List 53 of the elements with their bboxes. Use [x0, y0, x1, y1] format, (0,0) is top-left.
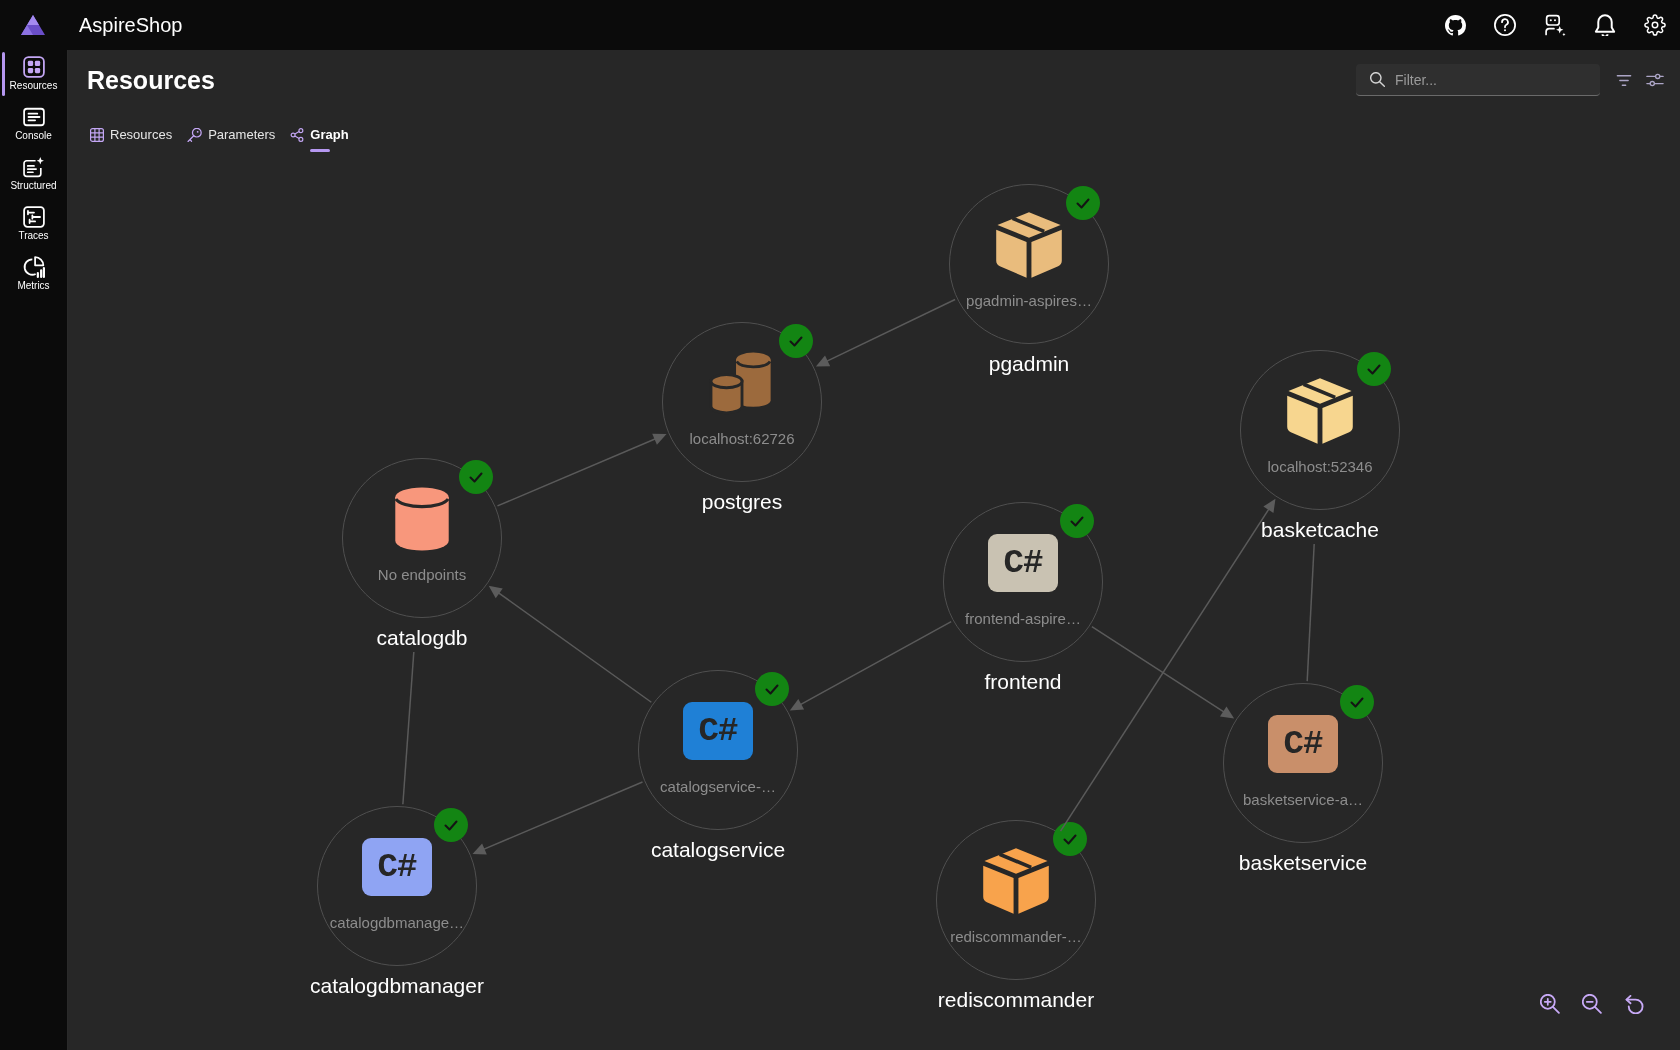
resource-name: rediscommander	[937, 987, 1095, 1013]
filter-field[interactable]: Filter...	[1356, 64, 1600, 96]
csharp-tile: C#	[362, 838, 432, 896]
endpoint-text: rediscommander-…	[950, 927, 1082, 947]
zoom-in-icon	[1540, 994, 1560, 1014]
sidebar-item[interactable]: Resources	[0, 50, 67, 100]
resource-name: postgres	[701, 489, 783, 515]
github-icon	[1444, 14, 1466, 36]
robot-sparkle-icon	[1544, 14, 1566, 36]
endpoint-text: pgadmin-aspires…	[966, 291, 1092, 311]
endpoint-text: localhost:52346	[1267, 457, 1373, 477]
sidebar-item[interactable]: Console	[0, 100, 67, 150]
resource-name: basketservice	[1238, 850, 1368, 876]
resource-name: catalogdb	[376, 625, 468, 651]
share-nodes-icon	[290, 128, 305, 142]
timeline-bars-icon	[22, 206, 45, 228]
endpoint-text: catalogdbmanage…	[329, 913, 465, 933]
resource-name: pgadmin	[988, 351, 1070, 377]
help-icon	[1494, 14, 1516, 36]
undo-arrow-icon	[1624, 994, 1644, 1014]
csharp-tile: C#	[988, 534, 1058, 592]
console-icon	[22, 107, 45, 127]
app-logo-icon	[20, 14, 46, 36]
view-tab[interactable]: Graph	[290, 122, 349, 153]
sidebar-item[interactable]: Metrics	[0, 250, 67, 300]
csharp-tile: C#	[1268, 715, 1338, 773]
grid-icon	[22, 56, 45, 78]
key-icon	[187, 127, 203, 143]
app-title: AspireShop	[79, 13, 183, 38]
endpoint-text: basketservice-a…	[1242, 790, 1363, 810]
endpoint-text: No endpoints	[377, 565, 467, 585]
bell-icon	[1594, 14, 1616, 36]
table-icon	[90, 128, 104, 142]
sidebar-item[interactable]: Traces	[0, 200, 67, 250]
settings-icon	[1644, 14, 1666, 36]
sidebar-item[interactable]: Structured	[0, 150, 67, 200]
filter-icon	[1616, 74, 1632, 86]
csharp-tile: C#	[683, 702, 753, 760]
chart-icon	[22, 256, 45, 278]
endpoint-text: frontend-aspire…	[965, 609, 1081, 629]
document-sparkle-icon	[22, 156, 45, 178]
view-tab[interactable]: Resources	[90, 122, 173, 153]
view-tab[interactable]: Parameters	[187, 122, 276, 153]
resource-name: frontend	[984, 669, 1062, 695]
search-icon	[1370, 72, 1385, 87]
endpoint-text: localhost:62726	[689, 429, 795, 449]
page-title: Resources	[87, 65, 215, 96]
sliders-icon	[1646, 73, 1664, 87]
resource-name: catalogdbmanager	[310, 973, 484, 999]
resource-name: basketcache	[1261, 517, 1379, 543]
endpoint-text: catalogservice-…	[660, 777, 776, 797]
zoom-out-icon	[1582, 994, 1602, 1014]
resource-name: catalogservice	[650, 837, 786, 863]
